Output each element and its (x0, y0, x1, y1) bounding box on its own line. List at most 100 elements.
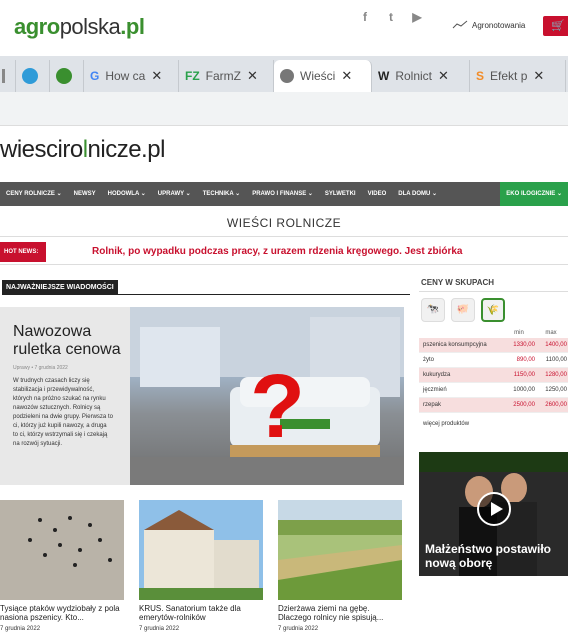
prices-header: min max (419, 328, 568, 338)
lead-article-image[interactable]: ? (130, 307, 404, 485)
tab-pinned-globe[interactable] (16, 60, 50, 92)
browser-toolbar (0, 92, 568, 126)
price-row[interactable]: jęczmień 1000,00 1250,00 (419, 383, 568, 398)
nav-label: VIDEO (367, 191, 387, 197)
lead-article-excerpt: W trudnych czasach liczy się stabilizacj… (13, 378, 113, 447)
price-min: 1150,00 (513, 372, 535, 378)
svg-text:?: ? (250, 357, 305, 457)
tab-close-icon[interactable]: ✕ (438, 68, 449, 84)
price-row[interactable]: kukurydza 1150,00 1280,00 (419, 368, 568, 383)
price-max: 2600,00 (545, 402, 567, 408)
tab-label: Wieści (300, 69, 336, 83)
leaf-icon (56, 68, 72, 84)
nav-prawo-i-finanse[interactable]: PRAWO I FINANSE ⌄ (246, 182, 319, 206)
article-card-title[interactable]: Dzierżawa ziemi na gębę. Dlaczego rolnic… (278, 604, 402, 622)
video-caption[interactable]: Małżeństwo postawiło nową oborę (425, 542, 565, 570)
tab-edge (0, 60, 16, 92)
price-min: 1000,00 (513, 387, 535, 393)
header-max: max (545, 330, 557, 336)
tab-close-icon[interactable]: ✕ (151, 68, 162, 84)
tab-wiesci-active[interactable]: Wieści ✕ (274, 60, 372, 92)
fertilizer-bags-illustration: ? (130, 307, 404, 485)
hot-news-link[interactable]: Rolnik, po wypadku podczas pracy, z uraz… (92, 246, 462, 257)
pig-icon[interactable]: 🐖 (451, 298, 475, 322)
prices-title: CENY W SKUPACH (419, 274, 568, 292)
logo-tld-text: .pl (120, 14, 145, 39)
tab-farmz[interactable]: FZ FarmZ ✕ (179, 60, 274, 92)
article-card-date: 7 grudnia 2022 (139, 626, 180, 632)
facebook-icon[interactable]: f (358, 10, 372, 24)
farmz-icon: FZ (185, 69, 200, 83)
price-max: 1280,00 (545, 372, 567, 378)
twitter-icon[interactable]: t (384, 10, 398, 24)
nav-label: CENY ROLNICZE (6, 191, 55, 197)
nav-label: SYLWETKI (324, 191, 356, 197)
lead-article-meta: Uprawy • 7 grudnia 2022 (13, 365, 68, 371)
tab-google[interactable]: G How ca ✕ (84, 60, 179, 92)
price-max: 1100,00 (545, 357, 567, 363)
social-links: f t ▶ (358, 10, 424, 24)
logo-polska-text: polska (59, 14, 121, 39)
browser-tab-strip: G How ca ✕ FZ FarmZ ✕ Wieści ✕ W Rolnict… (0, 56, 568, 92)
price-product: jęczmień (423, 387, 447, 393)
birds-field-image (0, 500, 124, 600)
nav-video[interactable]: VIDEO (362, 182, 393, 206)
article-card-date: 7 grudnia 2022 (278, 626, 319, 632)
article-card-title[interactable]: KRUS. Sanatorium także dla emerytów-roln… (139, 604, 263, 622)
price-product: kukurydza (423, 372, 451, 378)
nav-label: HODOWLA (107, 191, 140, 197)
google-icon: G (90, 69, 100, 83)
price-row[interactable]: żyto 890,00 1100,00 (419, 353, 568, 368)
lead-article[interactable]: Nawozowa ruletka cenowa Uprawy • 7 grudn… (0, 307, 404, 485)
nav-uprawy[interactable]: UPRAWY ⌄ (152, 182, 197, 206)
page-title: WIEŚCI ROLNICZE (226, 216, 342, 230)
chart-line-icon (452, 20, 468, 29)
tab-close-icon[interactable]: ✕ (341, 68, 352, 84)
more-products-link[interactable]: więcej produktów (419, 413, 568, 435)
cattle-icon[interactable]: 🐄 (421, 298, 445, 322)
top-header: agropolska.pl f t ▶ Agronotowania 🛒 (0, 0, 568, 56)
tab-efekt[interactable]: S Efekt p ✕ (470, 60, 566, 92)
price-row[interactable]: rzepak 2500,00 2600,00 (419, 398, 568, 413)
nav-hodowla[interactable]: HODOWLA ⌄ (102, 182, 152, 206)
nav-ceny-rolnicze[interactable]: CENY ROLNICZE ⌄ (0, 182, 68, 206)
lead-article-title[interactable]: Nawozowa ruletka cenowa (13, 323, 123, 359)
site-logo-part: wiesciro (0, 136, 83, 163)
divider (0, 236, 568, 237)
wheat-icon[interactable]: 🌾 (481, 298, 505, 322)
nav-dla-domu[interactable]: DLA DOMU ⌄ (392, 182, 443, 206)
price-max: 1400,00 (545, 342, 567, 348)
price-product: pszenica konsumpcyjna (423, 342, 487, 348)
price-max: 1250,00 (545, 387, 567, 393)
nav-newsy[interactable]: NEWSY (68, 182, 102, 206)
play-icon[interactable] (477, 492, 511, 526)
price-min: 2500,00 (513, 402, 535, 408)
tab-close-icon[interactable]: ✕ (247, 68, 258, 84)
nav-label: TECHNIKA (202, 191, 234, 197)
article-card[interactable]: Tysiące ptaków wydziobały z pola nasiona… (0, 500, 124, 632)
price-product: rzepak (423, 402, 442, 408)
article-card-title[interactable]: Tysiące ptaków wydziobały z pola nasiona… (0, 604, 124, 622)
site-logo[interactable]: wiescirolnicze.pl (0, 136, 165, 164)
nav-technika[interactable]: TECHNIKA ⌄ (197, 182, 246, 206)
price-row[interactable]: pszenica konsumpcyjna 1330,00 1400,00 (419, 338, 568, 353)
logo-agro-text: agro (14, 14, 60, 39)
price-min: 1330,00 (513, 342, 535, 348)
nav-label: EKO ILOGICZNIE (506, 191, 556, 197)
prices-widget: CENY W SKUPACH 🐄 🐖 🌾 min max pszenica ko… (419, 274, 568, 435)
main-nav: CENY ROLNICZE ⌄ NEWSY HODOWLA ⌄ UPRAWY ⌄… (0, 182, 568, 206)
tab-pinned-leaf[interactable] (50, 60, 84, 92)
sanatorium-building-image (139, 500, 263, 600)
video-card[interactable]: Małżeństwo postawiło nową oborę (419, 452, 568, 576)
article-card[interactable]: Dzierżawa ziemi na gębę. Dlaczego rolnic… (278, 500, 402, 632)
cart-button[interactable]: 🛒 (543, 16, 568, 36)
agropolska-logo[interactable]: agropolska.pl (14, 14, 145, 40)
nav-sylwetki[interactable]: SYLWETKI (319, 182, 362, 206)
tab-close-icon[interactable]: ✕ (533, 68, 544, 84)
article-card[interactable]: KRUS. Sanatorium także dla emerytów-roln… (139, 500, 263, 632)
globe-icon (280, 69, 294, 83)
tab-rolnictwo[interactable]: W Rolnict ✕ (372, 60, 470, 92)
agronotowania-link[interactable]: Agronotowania (452, 20, 525, 30)
nav-eko[interactable]: EKO ILOGICZNIE ⌄ (500, 182, 568, 206)
youtube-icon[interactable]: ▶ (410, 10, 424, 24)
